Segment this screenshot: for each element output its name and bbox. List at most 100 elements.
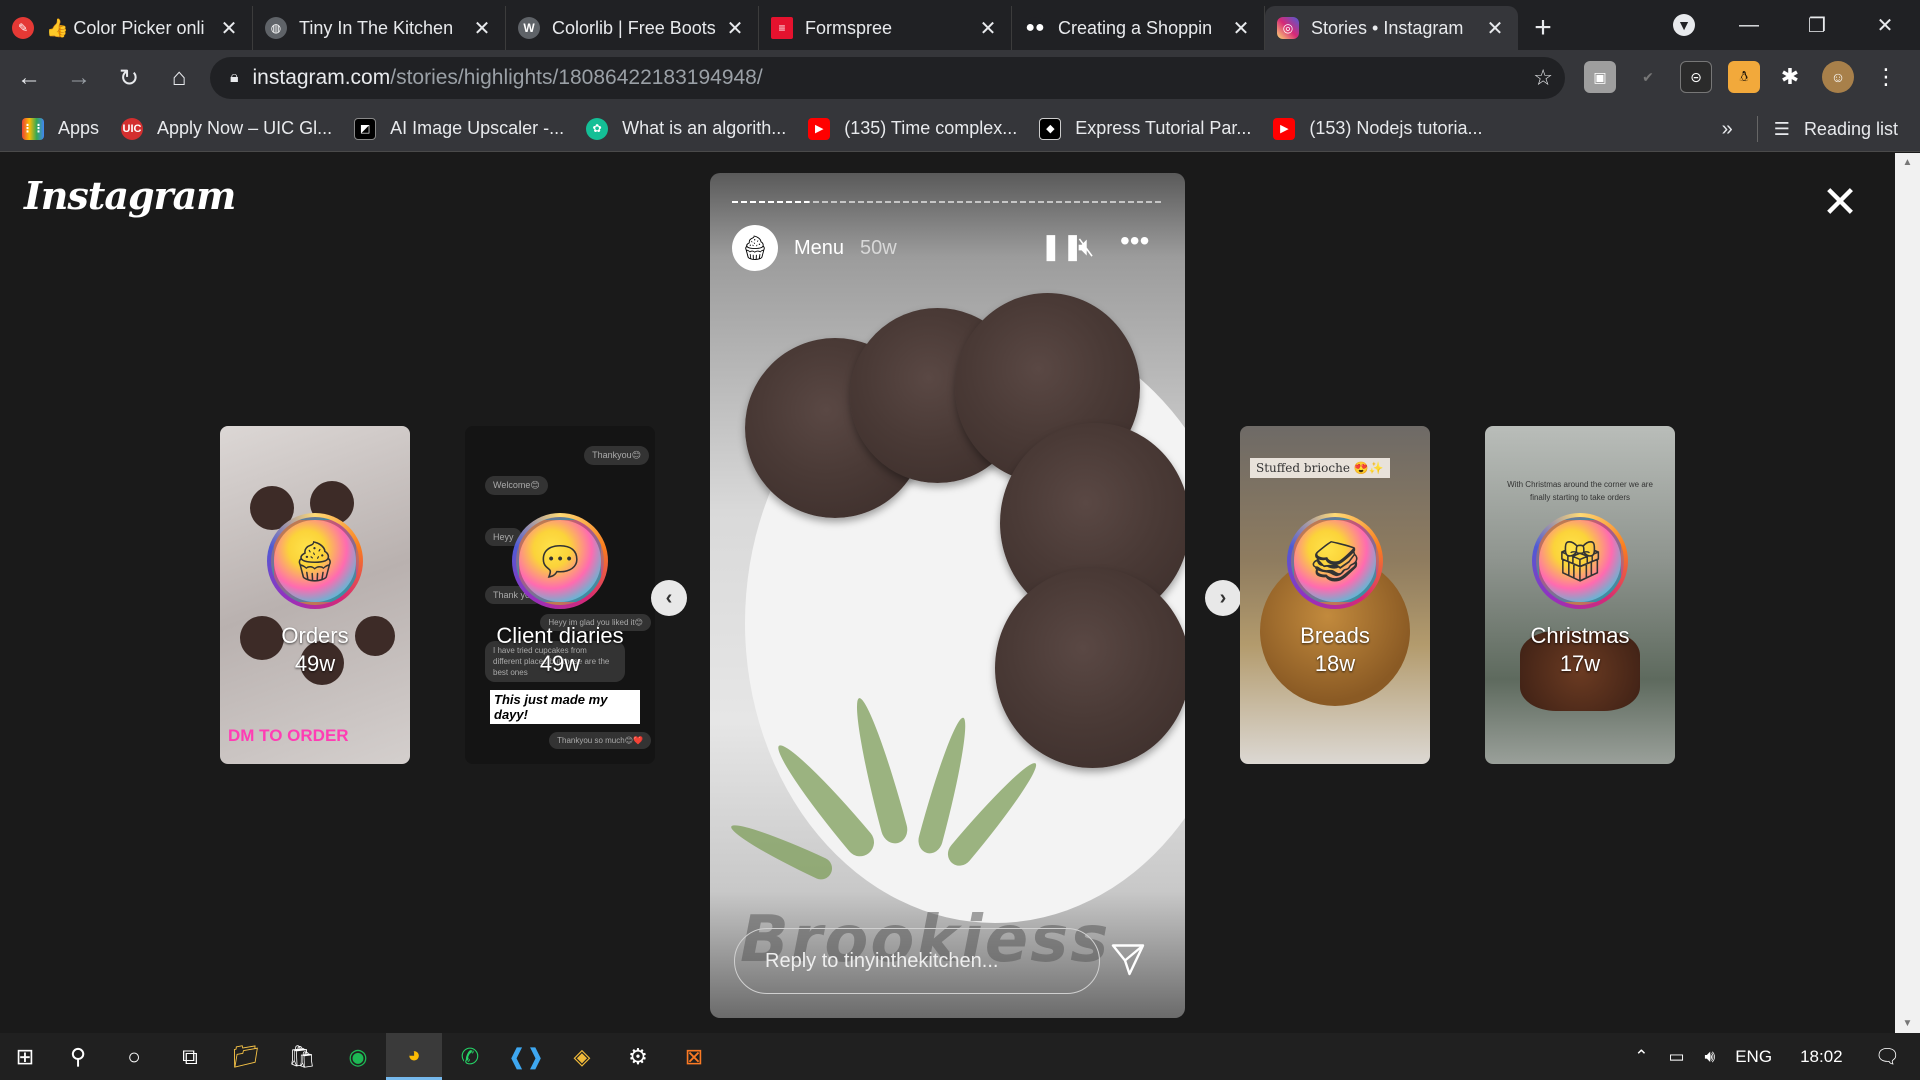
language-indicator[interactable]: ENG bbox=[1735, 1047, 1772, 1067]
tab-search-icon[interactable]: ▼ bbox=[1650, 0, 1718, 50]
page-scrollbar[interactable]: ▲ ▼ bbox=[1895, 153, 1920, 1033]
chrome-icon[interactable]: ◕ bbox=[386, 1033, 442, 1080]
bookmark-label: Apply Now – UIC Gl... bbox=[157, 118, 333, 138]
highlight-age: 49w bbox=[539, 651, 581, 676]
globe-icon: ◍ bbox=[265, 17, 287, 39]
highlight-christmas[interactable]: With Christmas around the corner we are … bbox=[1485, 426, 1675, 764]
clock[interactable]: 18:02 bbox=[1800, 1047, 1843, 1067]
cortana-icon[interactable]: ○ bbox=[106, 1033, 162, 1080]
profile-avatar[interactable]: ☺ bbox=[1822, 61, 1854, 93]
close-tab-icon[interactable]: ✕ bbox=[471, 16, 493, 41]
chat-bubble: Thankyou so much😊❤️ bbox=[549, 732, 651, 749]
vscode-icon[interactable]: ❰❱ bbox=[498, 1033, 554, 1080]
git-icon[interactable]: ◈ bbox=[554, 1033, 610, 1080]
close-tab-icon[interactable]: ✕ bbox=[724, 16, 746, 41]
highlight-quote: This just made my dayy! bbox=[490, 690, 640, 724]
tray-overflow-icon[interactable]: ⌃ bbox=[1634, 1047, 1648, 1067]
tab-title: Colorlib | Free Boots bbox=[552, 17, 716, 38]
bookmark-star-icon[interactable]: ☆ bbox=[1533, 65, 1553, 91]
lock-icon: 🔒︎ bbox=[230, 69, 239, 86]
formspree-icon: ≡ bbox=[771, 17, 793, 39]
extension-linux-icon[interactable]: 🐧︎ bbox=[1728, 61, 1760, 93]
extension-disabled-icon[interactable]: ✔ bbox=[1632, 61, 1664, 93]
notification-icon[interactable]: 🗨︎ bbox=[1875, 1044, 1900, 1069]
window-close-icon[interactable]: ✕ bbox=[1851, 0, 1919, 50]
back-icon[interactable]: ← bbox=[8, 57, 50, 99]
scroll-down-icon[interactable]: ▼ bbox=[1895, 1018, 1920, 1029]
highlight-name: Client diaries bbox=[496, 623, 624, 648]
active-story[interactable]: Brookiess 🧁︎ Menu 50w ❚❚ 🔇︎ ••• Reply to… bbox=[710, 173, 1185, 1018]
more-options-icon[interactable]: ••• bbox=[1120, 225, 1149, 257]
story-progress-bar bbox=[732, 201, 1162, 203]
bookmark-apps[interactable]: ⋮⋮ Apps bbox=[22, 117, 99, 140]
restore-icon[interactable]: ❐ bbox=[1783, 0, 1851, 50]
new-tab-button[interactable]: + bbox=[1518, 6, 1568, 50]
xampp-icon[interactable]: ⊠ bbox=[666, 1033, 722, 1080]
bookmark-nodejs[interactable]: ▶ (153) Nodejs tutoria... bbox=[1273, 117, 1482, 140]
tab-tiny-kitchen[interactable]: ◍ Tiny In The Kitchen ✕ bbox=[253, 6, 506, 50]
highlight-orders[interactable]: DM TO ORDER 🧁︎ Orders 49w bbox=[220, 426, 410, 764]
bookmark-algorithm[interactable]: ✿ What is an algorith... bbox=[586, 117, 787, 140]
bookmark-time-complexity[interactable]: ▶ (135) Time complex... bbox=[808, 117, 1017, 140]
bookmark-label: AI Image Upscaler -... bbox=[390, 118, 565, 138]
url-path: /stories/highlights/18086422183194948/ bbox=[390, 66, 763, 89]
mute-icon[interactable]: 🔇︎ bbox=[1078, 231, 1094, 263]
file-explorer-icon[interactable]: 📁︎ bbox=[218, 1033, 274, 1080]
scroll-up-icon[interactable]: ▲ bbox=[1895, 157, 1920, 168]
chat-bubble: Welcome😊 bbox=[485, 476, 548, 495]
story-account-name[interactable]: Menu bbox=[794, 237, 844, 260]
minimize-icon[interactable]: — bbox=[1715, 0, 1783, 50]
windows-start-icon[interactable]: ⊞ bbox=[0, 1033, 50, 1080]
menu-kebab-icon[interactable]: ⋮ bbox=[1870, 61, 1902, 93]
home-icon[interactable]: ⌂ bbox=[158, 57, 200, 99]
close-tab-icon[interactable]: ✕ bbox=[977, 16, 999, 41]
khan-icon: ✿ bbox=[586, 117, 609, 140]
highlight-name: Christmas bbox=[1530, 623, 1630, 648]
bookmark-express[interactable]: ◆ Express Tutorial Par... bbox=[1039, 117, 1251, 140]
upscaler-icon: ◩ bbox=[354, 117, 377, 140]
reload-icon[interactable]: ↻ bbox=[108, 57, 150, 99]
eyedropper-icon: ✎ bbox=[12, 17, 34, 39]
bookmark-label: What is an algorith... bbox=[622, 118, 787, 138]
youtube-icon: ▶ bbox=[1273, 117, 1296, 140]
whatsapp-icon[interactable]: ✆ bbox=[442, 1033, 498, 1080]
next-story-arrow-icon[interactable]: › bbox=[1205, 580, 1241, 616]
highlight-breads[interactable]: Stuffed brioche 😍✨ 🥪︎ Breads 18w bbox=[1240, 426, 1430, 764]
search-icon[interactable]: ⚲ bbox=[50, 1033, 106, 1080]
volume-icon[interactable]: 🔊︎ bbox=[1705, 1047, 1716, 1067]
tab-colorlib[interactable]: W Colorlib | Free Boots ✕ bbox=[506, 6, 759, 50]
spotify-icon[interactable]: ◉ bbox=[330, 1033, 386, 1080]
battery-icon[interactable]: ▭ bbox=[1668, 1047, 1684, 1067]
reply-input[interactable]: Reply to tinyinthekitchen... bbox=[734, 928, 1100, 994]
extensions-puzzle-icon[interactable]: ✱ bbox=[1774, 61, 1806, 93]
send-icon[interactable] bbox=[1110, 941, 1150, 981]
extension-translate-icon[interactable]: ▣ bbox=[1584, 61, 1616, 93]
close-tab-icon[interactable]: ✕ bbox=[218, 16, 240, 41]
christmas-caption: With Christmas around the corner we are … bbox=[1507, 480, 1653, 502]
store-icon[interactable]: 🛍︎ bbox=[274, 1033, 330, 1080]
address-bar[interactable]: 🔒︎ instagram.com/stories/highlights/1808… bbox=[210, 57, 1565, 99]
reading-list-button[interactable]: » ☰ Reading list bbox=[1722, 106, 1898, 152]
account-avatar[interactable]: 🧁︎ bbox=[732, 225, 778, 271]
tab-color-picker[interactable]: ✎ 👍 Color Picker onli ✕ bbox=[0, 6, 253, 50]
extension-box-icon[interactable]: ⊝ bbox=[1680, 61, 1712, 93]
close-tab-icon[interactable]: ✕ bbox=[1230, 16, 1252, 41]
highlight-client-diaries[interactable]: Thankyou😊 Welcome😊 Heyy Thank you Heyy i… bbox=[465, 426, 655, 764]
more-bookmarks-icon[interactable]: » bbox=[1722, 118, 1733, 141]
close-tab-icon[interactable]: ✕ bbox=[1484, 16, 1506, 41]
tab-instagram[interactable]: ◎ Stories • Instagram ✕ bbox=[1265, 6, 1518, 50]
previous-story-arrow-icon[interactable]: ‹ bbox=[651, 580, 687, 616]
task-view-icon[interactable]: ⧉ bbox=[162, 1033, 218, 1080]
instagram-logo[interactable]: Instagram bbox=[24, 173, 236, 218]
tab-title: Creating a Shoppin bbox=[1058, 17, 1213, 38]
highlight-ring: 🧁︎ bbox=[267, 513, 363, 609]
tab-formspree[interactable]: ≡ Formspree ✕ bbox=[759, 6, 1012, 50]
close-stories-icon[interactable]: ✕ bbox=[1820, 181, 1860, 225]
tab-medium[interactable]: ●● Creating a Shoppin ✕ bbox=[1012, 6, 1265, 50]
settings-icon[interactable]: ⚙ bbox=[610, 1033, 666, 1080]
bookmark-uic[interactable]: UIC Apply Now – UIC Gl... bbox=[121, 117, 333, 140]
forward-icon[interactable]: → bbox=[58, 57, 100, 99]
bookmark-upscaler[interactable]: ◩ AI Image Upscaler -... bbox=[354, 117, 565, 140]
cookie-image bbox=[995, 568, 1185, 768]
chat-icon: 💬︎ bbox=[516, 517, 604, 605]
